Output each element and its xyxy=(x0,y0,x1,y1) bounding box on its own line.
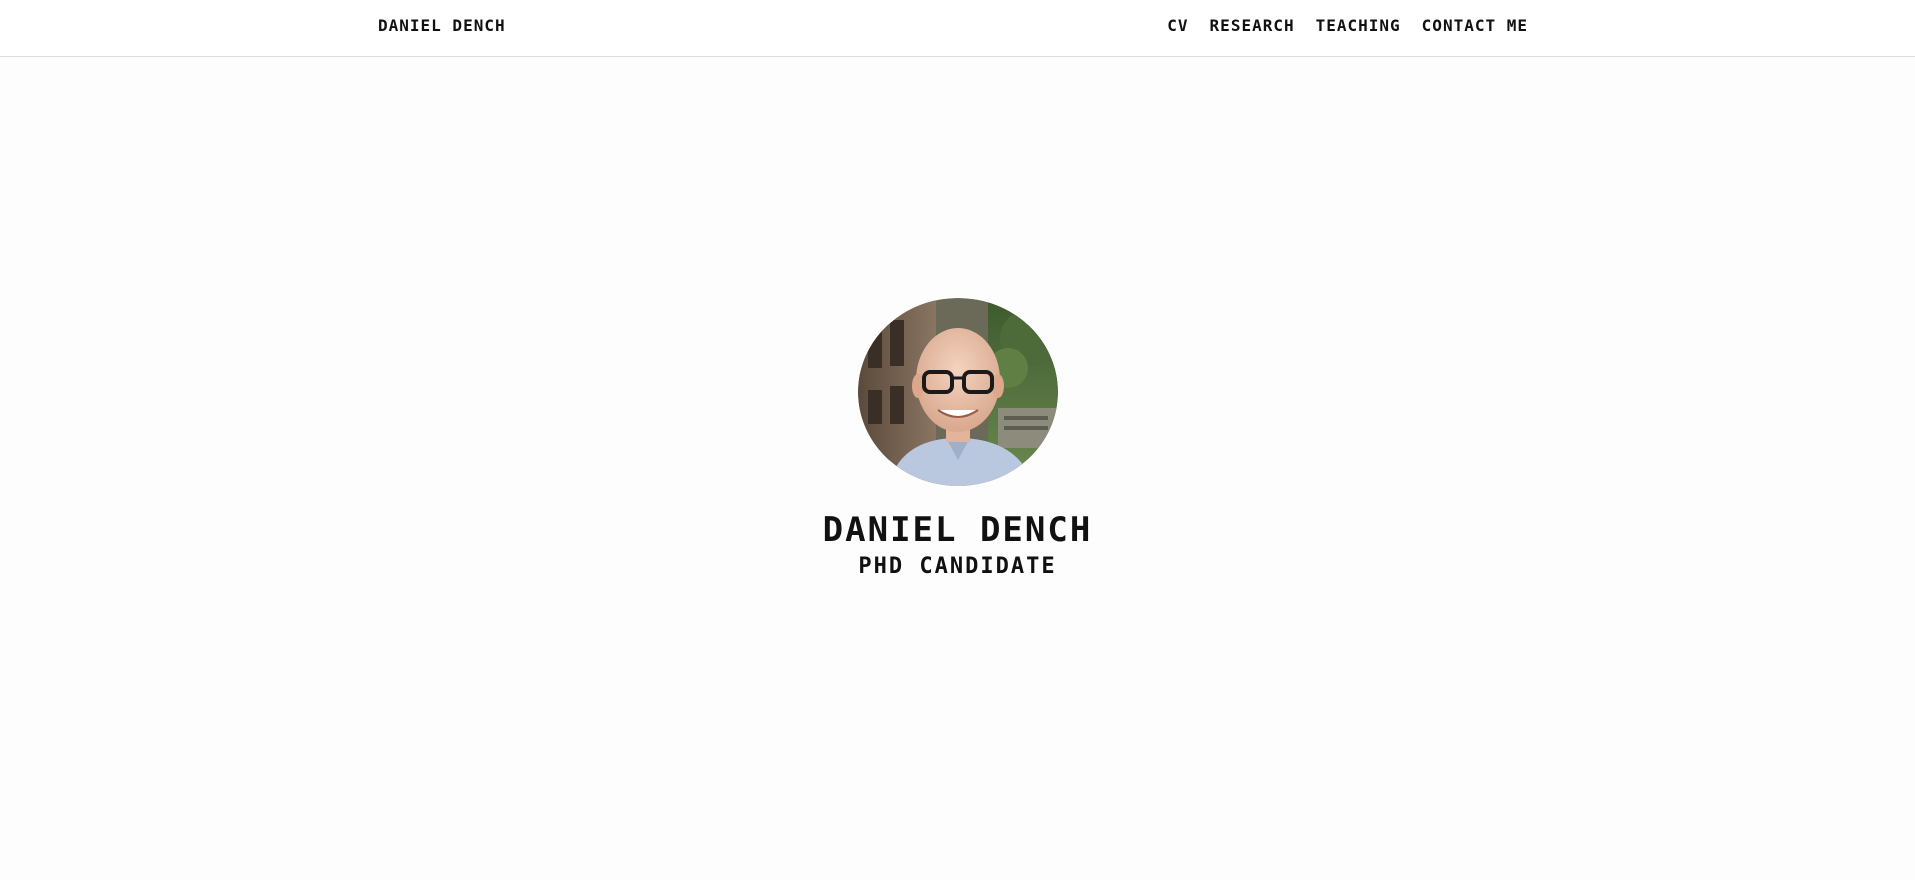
nav-link-cv[interactable]: CV xyxy=(1167,16,1188,35)
hero-title: PHD CANDIDATE xyxy=(858,554,1057,579)
nav-link-teaching[interactable]: TEACHING xyxy=(1316,16,1401,35)
hero-name: DANIEL DENCH xyxy=(822,510,1093,550)
site-brand-link[interactable]: DANIEL DENCH xyxy=(378,16,506,35)
main-nav: CV RESEARCH TEACHING CONTACT ME xyxy=(1167,16,1528,35)
nav-link-contact-me[interactable]: CONTACT ME xyxy=(1422,16,1528,35)
hero-section: DANIEL DENCH PHD CANDIDATE xyxy=(0,298,1915,582)
profile-photo xyxy=(857,298,1058,486)
nav-link-research[interactable]: RESEARCH xyxy=(1210,16,1295,35)
site-header: DANIEL DENCH CV RESEARCH TEACHING CONTAC… xyxy=(0,0,1915,57)
